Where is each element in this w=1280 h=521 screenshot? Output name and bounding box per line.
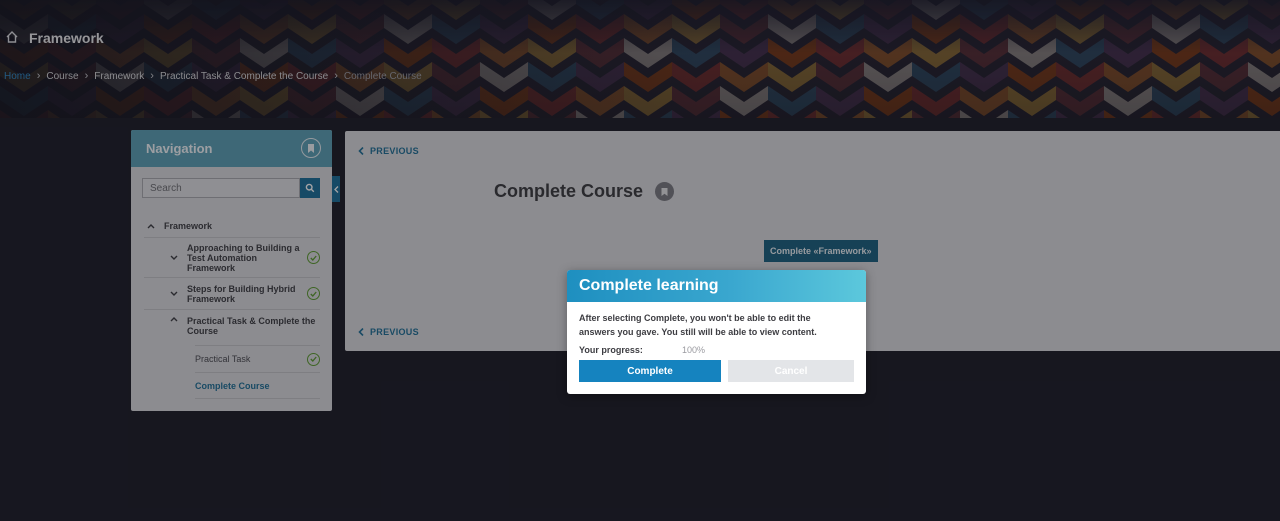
- tree-root-label: Framework: [164, 220, 213, 231]
- breadcrumb-item[interactable]: Practical Task & Complete the Course: [160, 71, 328, 82]
- tree-item-steps[interactable]: Steps for Building Hybrid Framework: [144, 278, 320, 310]
- page-title-text: Complete Course: [494, 181, 644, 201]
- previous-link-top[interactable]: PREVIOUS: [358, 146, 419, 156]
- tree-item-label: Steps for Building Hybrid Framework: [187, 283, 296, 304]
- check-circle-icon: [307, 287, 320, 300]
- progress-row: Your progress: 100%: [579, 345, 705, 355]
- breadcrumb-item[interactable]: Framework: [94, 71, 144, 82]
- header-banner: Framework Home › Course › Framework › Pr…: [0, 0, 1280, 118]
- chevron-left-icon: [333, 185, 338, 193]
- search-box: [142, 178, 320, 198]
- chevron-up-icon[interactable]: [167, 316, 181, 322]
- chevron-right-icon: ›: [36, 70, 41, 82]
- tree-subitem-complete-course[interactable]: Complete Course: [195, 373, 320, 399]
- navigation-title: Navigation: [146, 141, 213, 156]
- search-icon: [305, 183, 315, 193]
- home-icon[interactable]: [5, 31, 19, 45]
- chevron-right-icon: ›: [84, 70, 89, 82]
- bookmark-icon[interactable]: [655, 182, 675, 201]
- breadcrumb-home[interactable]: Home: [4, 71, 31, 82]
- previous-label: PREVIOUS: [370, 327, 419, 337]
- chevron-down-icon[interactable]: [167, 291, 181, 297]
- check-circle-icon: [307, 251, 320, 264]
- complete-learning-dialog: Complete learning After selecting Comple…: [567, 270, 866, 394]
- previous-label: PREVIOUS: [370, 146, 419, 156]
- breadcrumb-current: Complete Course: [343, 70, 422, 82]
- chevron-left-icon: [358, 328, 364, 336]
- complete-button[interactable]: Complete: [579, 360, 721, 382]
- navigation-panel: Navigation Framework Approaching to Buil…: [131, 130, 332, 411]
- chevron-up-icon[interactable]: [144, 223, 158, 229]
- tree-item-practical[interactable]: Practical Task & Complete the Course: [144, 313, 320, 341]
- dialog-message: After selecting Complete, you won't be a…: [579, 313, 817, 337]
- chevron-right-icon: ›: [334, 70, 338, 82]
- collapse-nav-button[interactable]: [332, 176, 340, 202]
- dialog-header: Complete learning: [567, 270, 866, 302]
- tree-root-framework[interactable]: Framework: [144, 214, 320, 238]
- search-input[interactable]: [142, 178, 300, 198]
- search-button[interactable]: [300, 178, 320, 198]
- chevron-down-icon[interactable]: [167, 255, 181, 261]
- chevron-right-icon: ›: [150, 70, 154, 82]
- chevron-left-icon: [358, 147, 364, 155]
- tree-item-label: Approaching to Building a Test Automatio…: [187, 242, 300, 273]
- check-circle-icon: [307, 352, 320, 366]
- tree-item-approaching[interactable]: Approaching to Building a Test Automatio…: [144, 238, 320, 278]
- previous-link-bottom[interactable]: PREVIOUS: [358, 327, 419, 337]
- course-title[interactable]: Framework: [5, 30, 104, 46]
- tree-subitem-practical-task[interactable]: Practical Task: [195, 345, 320, 373]
- tree-subitem-label-active: Complete Course: [195, 380, 270, 391]
- progress-label: Your progress:: [579, 345, 643, 355]
- tree-subitem-label: Practical Task: [195, 354, 251, 364]
- complete-framework-button[interactable]: Complete «Framework»: [764, 240, 878, 262]
- dialog-title: Complete learning: [579, 277, 719, 294]
- progress-value: 100%: [682, 345, 706, 355]
- navigation-header: Navigation: [131, 130, 332, 167]
- bookmark-icon[interactable]: [301, 138, 321, 158]
- course-title-text: Framework: [29, 30, 104, 46]
- page-title: Complete Course: [494, 181, 675, 202]
- cancel-button[interactable]: Cancel: [728, 360, 854, 382]
- breadcrumb: Home › Course › Framework › Practical Ta…: [4, 70, 422, 82]
- tree-item-label: Practical Task & Complete the Course: [187, 316, 316, 336]
- breadcrumb-item[interactable]: Course: [46, 71, 78, 82]
